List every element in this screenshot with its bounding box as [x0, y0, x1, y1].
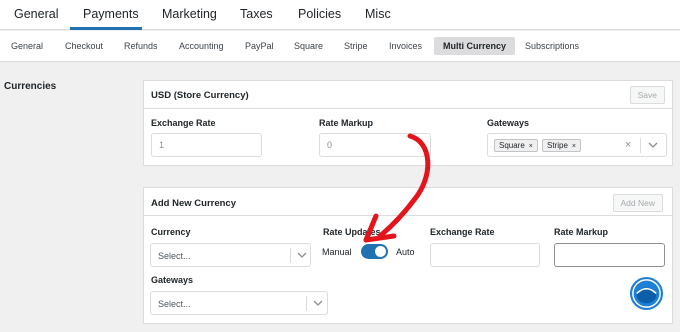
currency-label: Currency [151, 227, 191, 237]
subtab-checkout[interactable]: Checkout [65, 41, 103, 51]
gateways-select[interactable]: Select... [150, 291, 328, 315]
panel-title: USD (Store Currency) [151, 90, 249, 101]
tab-misc[interactable]: Misc [365, 7, 391, 21]
tab-policies[interactable]: Policies [298, 7, 341, 21]
active-tab-indicator [70, 27, 142, 30]
gateway-chip-square[interactable]: Square × [494, 139, 538, 152]
panel-title: Add New Currency [151, 198, 236, 209]
tab-marketing[interactable]: Marketing [162, 7, 217, 21]
select-placeholder: Select... [158, 299, 191, 309]
exchange-rate-input[interactable] [430, 243, 540, 267]
exchange-rate-input[interactable]: 1 [151, 133, 262, 157]
remove-chip-icon[interactable]: × [572, 143, 576, 150]
gateways-select[interactable]: Square × Stripe × × [487, 133, 667, 157]
rate-markup-input[interactable] [554, 243, 665, 267]
subtab-square[interactable]: Square [294, 41, 323, 51]
select-divider [640, 138, 641, 153]
chip-label: Square [499, 141, 525, 150]
tab-general[interactable]: General [14, 7, 58, 21]
select-divider [306, 296, 307, 311]
subtab-multi-currency[interactable]: Multi Currency [434, 37, 516, 55]
subtab-accounting[interactable]: Accounting [179, 41, 224, 51]
gateways-label: Gateways [151, 275, 194, 285]
remove-chip-icon[interactable]: × [529, 143, 533, 150]
rate-markup-label: Rate Markup [554, 227, 609, 237]
rate-markup-label: Rate Markup [319, 118, 374, 128]
tab-taxes[interactable]: Taxes [240, 7, 273, 21]
auto-label: Auto [396, 247, 415, 257]
gateways-label: Gateways [487, 118, 530, 128]
save-button[interactable]: Save [629, 86, 665, 104]
exchange-rate-label: Exchange Rate [151, 118, 216, 128]
logo-badge-icon [629, 276, 664, 311]
subtab-stripe[interactable]: Stripe [344, 41, 368, 51]
panel-header: USD (Store Currency) Save [144, 81, 672, 109]
chevron-down-icon[interactable] [313, 298, 323, 308]
chevron-down-icon[interactable] [297, 250, 307, 260]
subtab-general[interactable]: General [11, 41, 43, 51]
clear-icon[interactable]: × [625, 139, 631, 151]
top-tab-bar: General Payments Marketing Taxes Policie… [0, 0, 680, 30]
subtab-paypal[interactable]: PayPal [245, 41, 274, 51]
annotation-arrow [363, 133, 431, 243]
select-placeholder: Select... [158, 251, 191, 261]
select-divider [290, 248, 291, 263]
currency-select[interactable]: Select... [150, 243, 311, 267]
chevron-down-icon[interactable] [648, 140, 658, 150]
subtab-subscriptions[interactable]: Subscriptions [525, 41, 579, 51]
gateway-chip-stripe[interactable]: Stripe × [542, 139, 581, 152]
subtab-invoices[interactable]: Invoices [389, 41, 422, 51]
chip-label: Stripe [547, 141, 568, 150]
add-new-button[interactable]: Add New [612, 194, 663, 212]
tab-payments[interactable]: Payments [83, 7, 139, 21]
section-label-currencies: Currencies [4, 81, 57, 92]
subtab-refunds[interactable]: Refunds [124, 41, 158, 51]
sub-tab-bar: General Checkout Refunds Accounting PayP… [0, 31, 680, 62]
manual-label: Manual [322, 247, 352, 257]
